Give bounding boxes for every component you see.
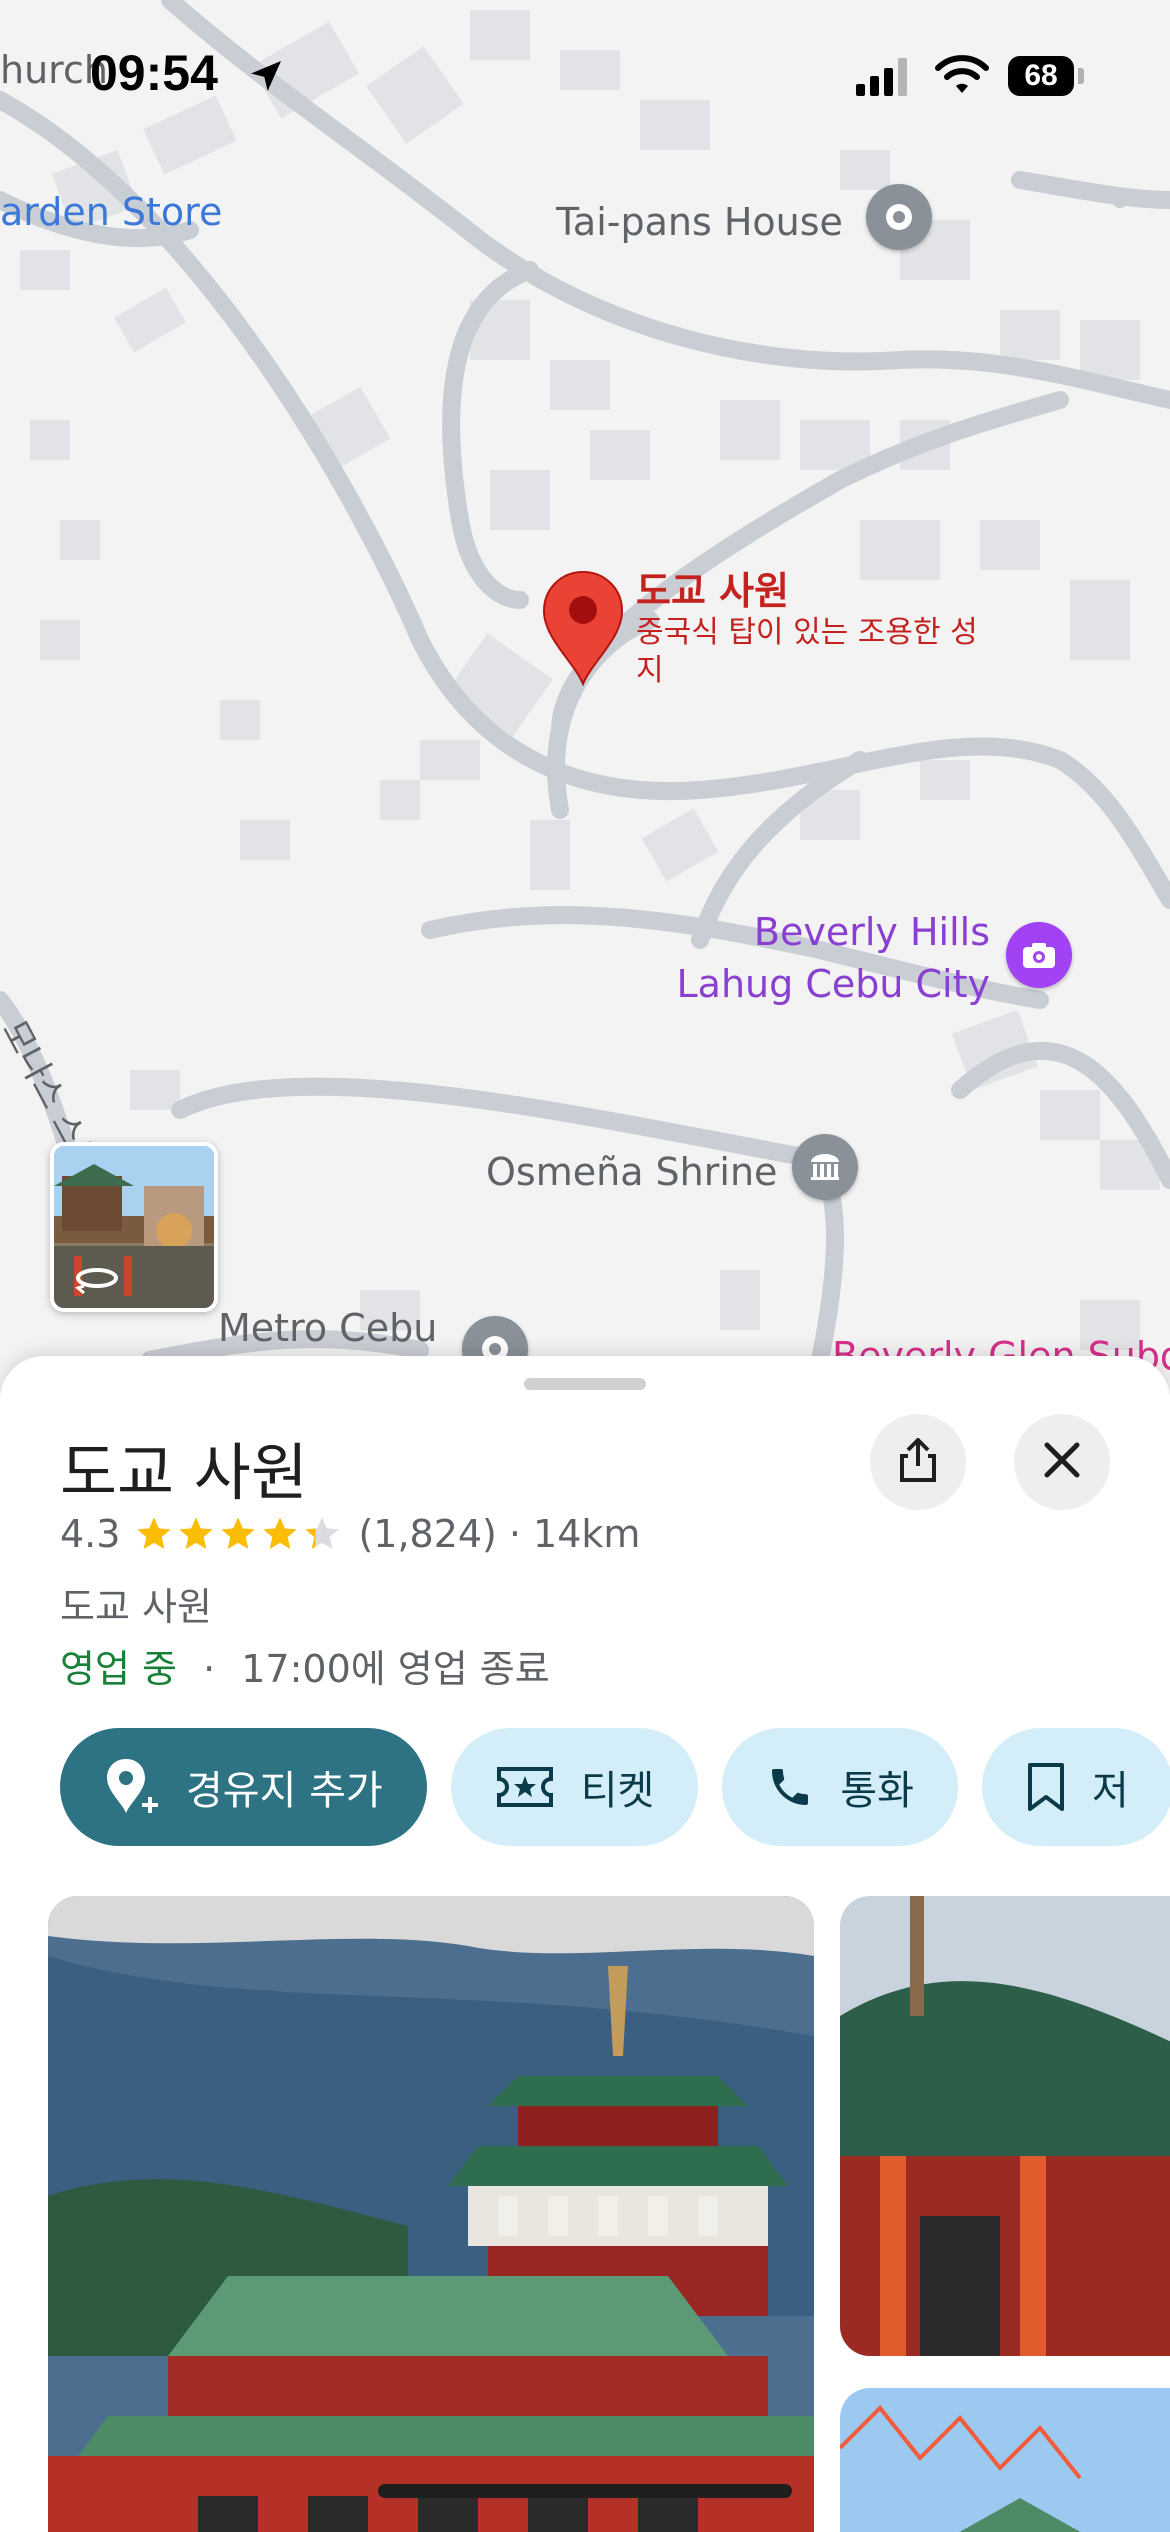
sheet-drag-handle[interactable] [524, 1378, 646, 1390]
map-label-garden-store[interactable]: arden Store [0, 190, 222, 234]
battery-indicator: 68 [1008, 56, 1074, 96]
open-status: 영업 중 [60, 1647, 177, 1691]
star-icon [263, 1517, 298, 1549]
place-title: 도교 사원 [60, 1436, 308, 1509]
place-photo-main[interactable] [48, 1896, 814, 2532]
add-location-icon [104, 1757, 160, 1817]
rotate-360-icon [74, 1264, 120, 1302]
review-count[interactable]: (1,824) [358, 1512, 496, 1556]
wifi-icon [934, 54, 990, 100]
star-icon [179, 1517, 214, 1549]
close-icon [1043, 1441, 1081, 1483]
location-pin-icon[interactable] [866, 184, 932, 250]
call-button[interactable]: 통화 [722, 1728, 958, 1846]
hours-info[interactable]: 영업 중 · 17:00에 영업 종료 [60, 1638, 550, 1693]
add-stop-button[interactable]: 경유지 추가 [60, 1728, 427, 1846]
close-button[interactable] [1014, 1414, 1110, 1510]
map-label-selected-subtitle: 중국식 탑이 있는 조용한 성지 [636, 615, 978, 688]
closing-time: 17:00에 영업 종료 [241, 1647, 550, 1691]
call-label: 통화 [840, 1768, 914, 1814]
rating-stars [134, 1514, 344, 1554]
star-icon [137, 1517, 172, 1549]
map-label-beverly-hills-line2: Lahug Cebu City [676, 962, 991, 1006]
rating-row[interactable]: 4.3 (1,824) · 14km [60, 1512, 640, 1556]
save-label: 저 [1091, 1768, 1129, 1814]
status-time: 09:54 [90, 45, 218, 101]
camera-icon[interactable] [1006, 922, 1072, 988]
share-button[interactable] [870, 1414, 966, 1510]
ticket-button[interactable]: 티켓 [450, 1728, 699, 1846]
ticket-icon [495, 1765, 555, 1809]
distance: · 14km [508, 1512, 641, 1556]
ticket-label: 티켓 [580, 1768, 655, 1814]
add-stop-label: 경유지 추가 [186, 1768, 383, 1814]
map-label-selected-title[interactable]: 도교 사원 [636, 560, 789, 615]
save-button[interactable]: 저 [981, 1728, 1170, 1846]
phone-icon [766, 1763, 814, 1811]
action-chips: 경유지 추가 티켓 통화 저 [60, 1728, 1170, 1846]
hours-separator: · [203, 1647, 216, 1691]
battery-tip [1078, 68, 1084, 84]
map-label-beverly-hills-line1: Beverly Hills [753, 910, 990, 954]
map-view[interactable]: hurch 09:54 68 arden Store Tai-pans Hous… [0, 0, 1170, 1400]
shrine-icon[interactable] [792, 1134, 858, 1200]
map-label-metro-cebu[interactable]: Metro Cebu [218, 1306, 437, 1350]
star-icon [305, 1517, 340, 1549]
place-photo-2[interactable] [840, 1896, 1170, 2356]
location-arrow-icon [246, 56, 286, 100]
status-bar: hurch 09:54 68 [0, 0, 1170, 150]
star-icon [221, 1517, 256, 1549]
share-icon [896, 1436, 940, 1488]
battery-level: 68 [1024, 59, 1058, 92]
signal-icon [854, 56, 914, 100]
place-details-sheet[interactable]: 도교 사원 4.3 (1,824) · 14km 도교 사원 영업 중 · 17… [0, 1356, 1170, 2532]
map-label-beverly-hills[interactable]: Beverly Hills Lahug Cebu City [660, 906, 991, 1010]
selected-place-pin-icon[interactable] [542, 570, 624, 690]
home-indicator[interactable] [378, 2484, 792, 2498]
place-category: 도교 사원 [60, 1585, 212, 1629]
bookmark-icon [1026, 1761, 1066, 1813]
street-view-thumbnail[interactable] [50, 1142, 218, 1312]
rating-value: 4.3 [60, 1512, 121, 1556]
map-label-tai-pans-house[interactable]: Tai-pans House [556, 200, 843, 244]
place-photo-3[interactable] [840, 2388, 1170, 2532]
map-label-osmena-shrine[interactable]: Osmeña Shrine [486, 1150, 777, 1194]
